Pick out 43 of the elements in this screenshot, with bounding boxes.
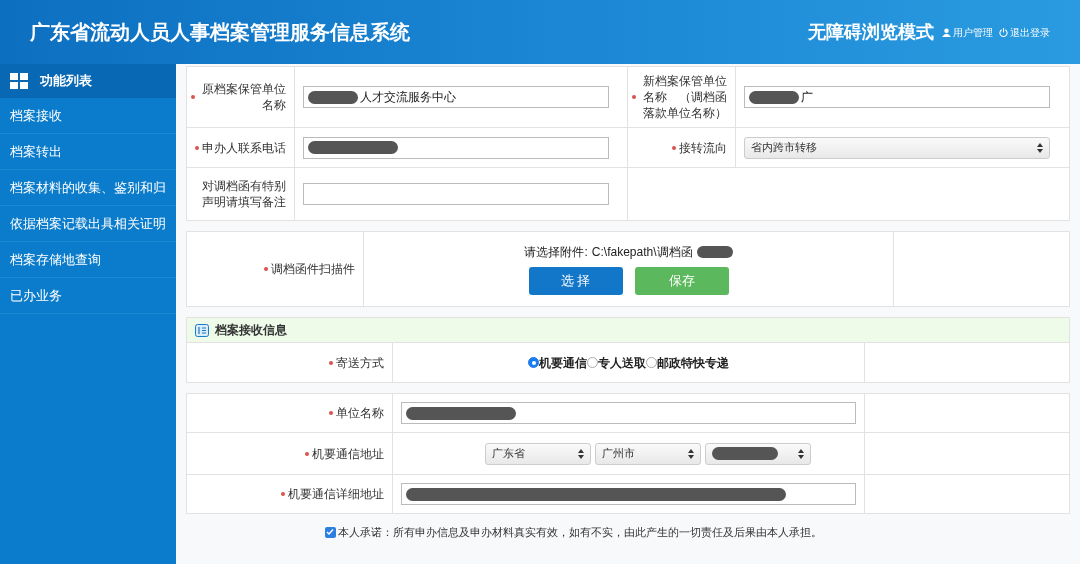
section-title: 档案接收信息 — [215, 322, 287, 339]
choose-button[interactable]: 选 择 — [528, 267, 623, 295]
dropdown[interactable]: 广州市 — [595, 442, 701, 465]
input-field[interactable] — [303, 183, 609, 205]
field-label: 申办人联系电话 — [202, 139, 286, 156]
field-label: 单位名称 — [336, 405, 384, 421]
field-label: 寄送方式 — [336, 354, 384, 371]
field-label: 原档案保管单位名称 — [201, 81, 286, 113]
radio-option[interactable]: 机要通信 — [528, 353, 587, 372]
caret-icon — [688, 448, 694, 459]
checkbox[interactable] — [324, 526, 336, 538]
field-label: 新档案保管单位名称 （调档函落款单位名称） — [642, 73, 727, 121]
caret-icon — [798, 448, 804, 459]
app-title: 广东省流动人员人事档案管理服务信息系统 — [30, 20, 410, 45]
field-label: 机要通信地址 — [312, 445, 384, 462]
sidebar-title: 功能列表 — [40, 72, 92, 91]
list-icon — [195, 323, 209, 337]
mode-link[interactable]: 无障碍浏览模式 — [808, 18, 934, 46]
input-field[interactable] — [401, 402, 856, 424]
caret-icon — [578, 448, 584, 459]
radio-option[interactable]: 邮政特快专递 — [646, 353, 729, 372]
field-label: 对调档函有特别声明请填写备注 — [201, 178, 286, 210]
field-label: 接转流向 — [679, 139, 727, 156]
dropdown[interactable] — [705, 442, 811, 465]
input-field[interactable] — [401, 483, 856, 505]
dropdown[interactable]: 广东省 — [485, 442, 591, 465]
input-field[interactable] — [303, 136, 609, 159]
pledge-text: 本人承诺：所有申办信息及申办材料真实有效，如有不实，由此产生的一切责任及后果由本人承担。 — [337, 525, 822, 540]
user-icon — [942, 27, 951, 37]
file-path: C:\fakepath\调档函 — [591, 244, 693, 261]
user-link[interactable]: 用户管理 — [942, 24, 993, 40]
attachment-prompt: 请选择附件: — [524, 244, 588, 261]
field-label: 机要通信详细地址 — [288, 486, 384, 502]
caret-icon — [1037, 142, 1043, 153]
grid-icon — [10, 73, 28, 89]
input-field[interactable]: 广 — [744, 86, 1050, 108]
power-icon — [999, 27, 1008, 37]
radio-option[interactable]: 专人送取 — [587, 353, 646, 372]
save-button[interactable]: 保存 — [634, 267, 729, 295]
dropdown[interactable]: 省内跨市转移 — [744, 136, 1050, 159]
input-field[interactable]: 人才交流服务中心 — [303, 86, 609, 108]
field-label: 调档函件扫描件 — [271, 261, 355, 277]
logout-link[interactable]: 退出登录 — [999, 24, 1050, 40]
